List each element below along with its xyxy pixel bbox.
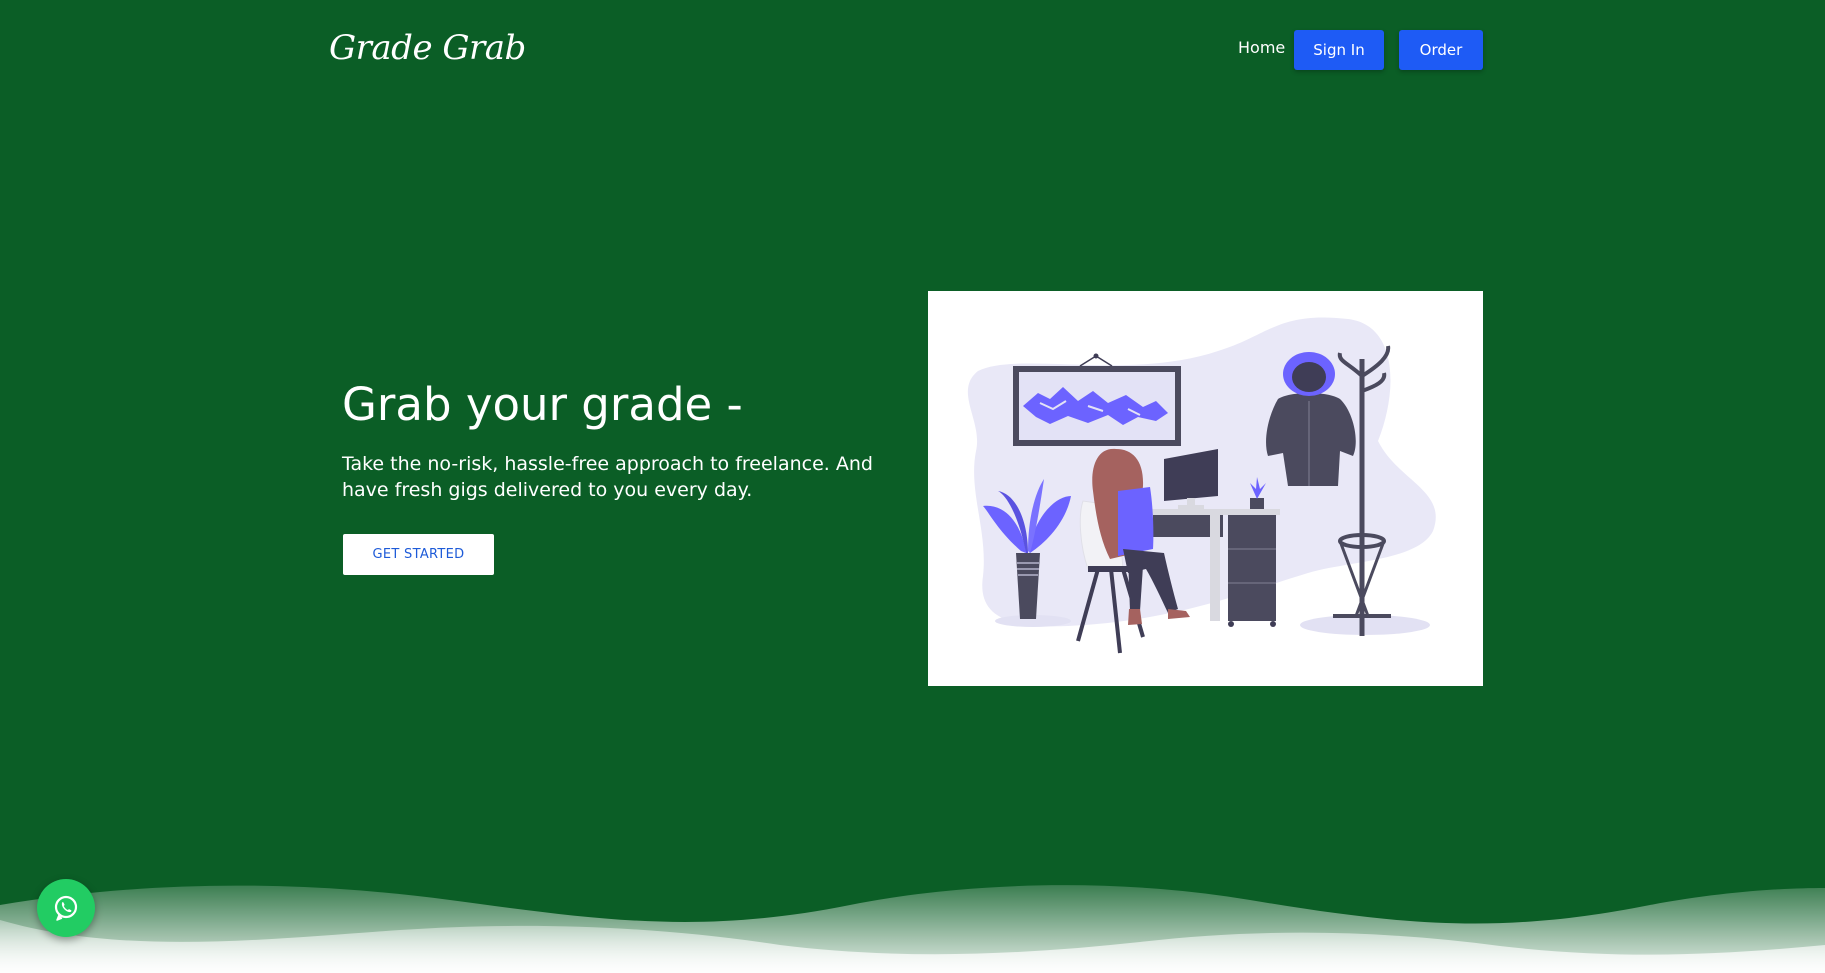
hero-title: Grab your grade -: [342, 378, 743, 431]
hero-illustration: [928, 291, 1483, 686]
page: Grade Grab Home Sign In Order Grab your …: [0, 0, 1825, 973]
whatsapp-icon: [54, 895, 78, 921]
bottom-wave-decoration: [0, 885, 1825, 973]
order-button[interactable]: Order: [1399, 30, 1483, 70]
sign-in-button[interactable]: Sign In: [1294, 30, 1384, 70]
hero-subtitle: Take the no-risk, hassle-free approach t…: [342, 453, 873, 501]
site-logo[interactable]: Grade Grab: [329, 28, 526, 68]
navbar: Grade Grab Home Sign In Order: [0, 0, 1825, 100]
woman-working-at-desk-illustration: [967, 317, 1436, 654]
get-started-button[interactable]: GET STARTED: [343, 534, 494, 575]
nav-link-home[interactable]: Home: [1238, 38, 1285, 57]
whatsapp-chat-button[interactable]: [37, 879, 95, 937]
